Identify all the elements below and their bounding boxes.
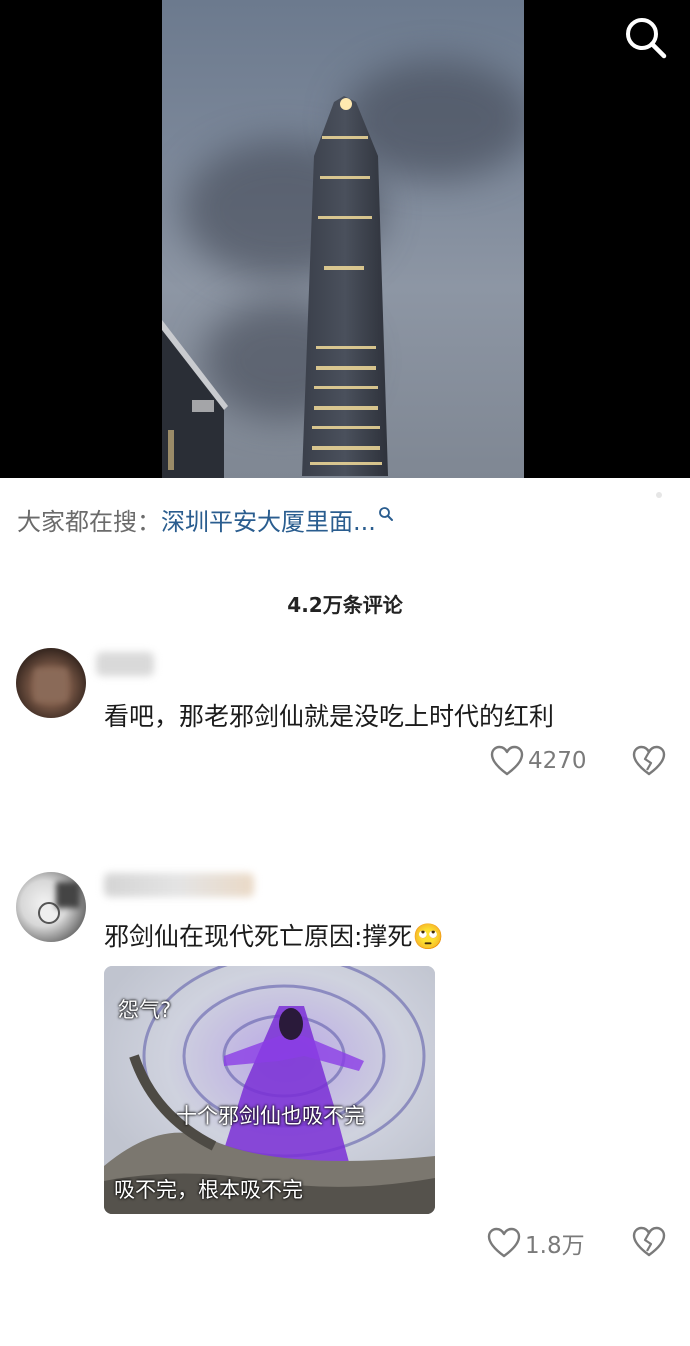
- avatar[interactable]: [16, 872, 86, 942]
- search-icon: [378, 507, 393, 521]
- like-count: 4270: [528, 748, 587, 774]
- image-caption: 吸不完，根本吸不完: [114, 1178, 303, 1202]
- divider-dot: [656, 492, 662, 498]
- video-player[interactable]: [0, 0, 690, 478]
- like-button[interactable]: 1.8万: [487, 1226, 585, 1260]
- broken-heart-icon: [632, 1226, 666, 1257]
- search-suggestion-term[interactable]: 深圳平安大厦里面...: [161, 508, 376, 536]
- dislike-button[interactable]: [632, 745, 666, 781]
- dislike-button[interactable]: [632, 1226, 666, 1262]
- comment-count: 4.2万条评论: [287, 593, 403, 617]
- comment-image[interactable]: 怨气? 十个邪剑仙也吸不完 吸不完，根本吸不完: [104, 966, 435, 1214]
- search-icon: [626, 18, 667, 59]
- search-button[interactable]: [620, 12, 672, 64]
- like-count: 1.8万: [525, 1233, 585, 1259]
- like-button[interactable]: 4270: [490, 745, 587, 777]
- avatar[interactable]: [16, 648, 86, 718]
- heart-icon: [490, 745, 524, 776]
- image-caption: 怨气?: [118, 998, 172, 1022]
- video-frame: [162, 0, 524, 478]
- image-caption: 十个邪剑仙也吸不完: [176, 1104, 365, 1128]
- comment-text: 邪剑仙在现代死亡原因:撑死🙄: [104, 922, 444, 951]
- username-blurred[interactable]: [104, 873, 254, 897]
- emoji: 🙄: [412, 922, 444, 951]
- broken-heart-icon: [632, 745, 666, 776]
- heart-icon: [487, 1227, 521, 1258]
- search-suggestion-label: 大家都在搜：: [17, 508, 161, 536]
- building-left: [162, 320, 228, 478]
- comment-text: 看吧，那老邪剑仙就是没吃上时代的红利: [104, 702, 555, 731]
- username-blurred[interactable]: [96, 652, 154, 676]
- search-suggestion[interactable]: 大家都在搜：深圳平安大厦里面...: [17, 502, 394, 537]
- tower-image: [302, 96, 388, 476]
